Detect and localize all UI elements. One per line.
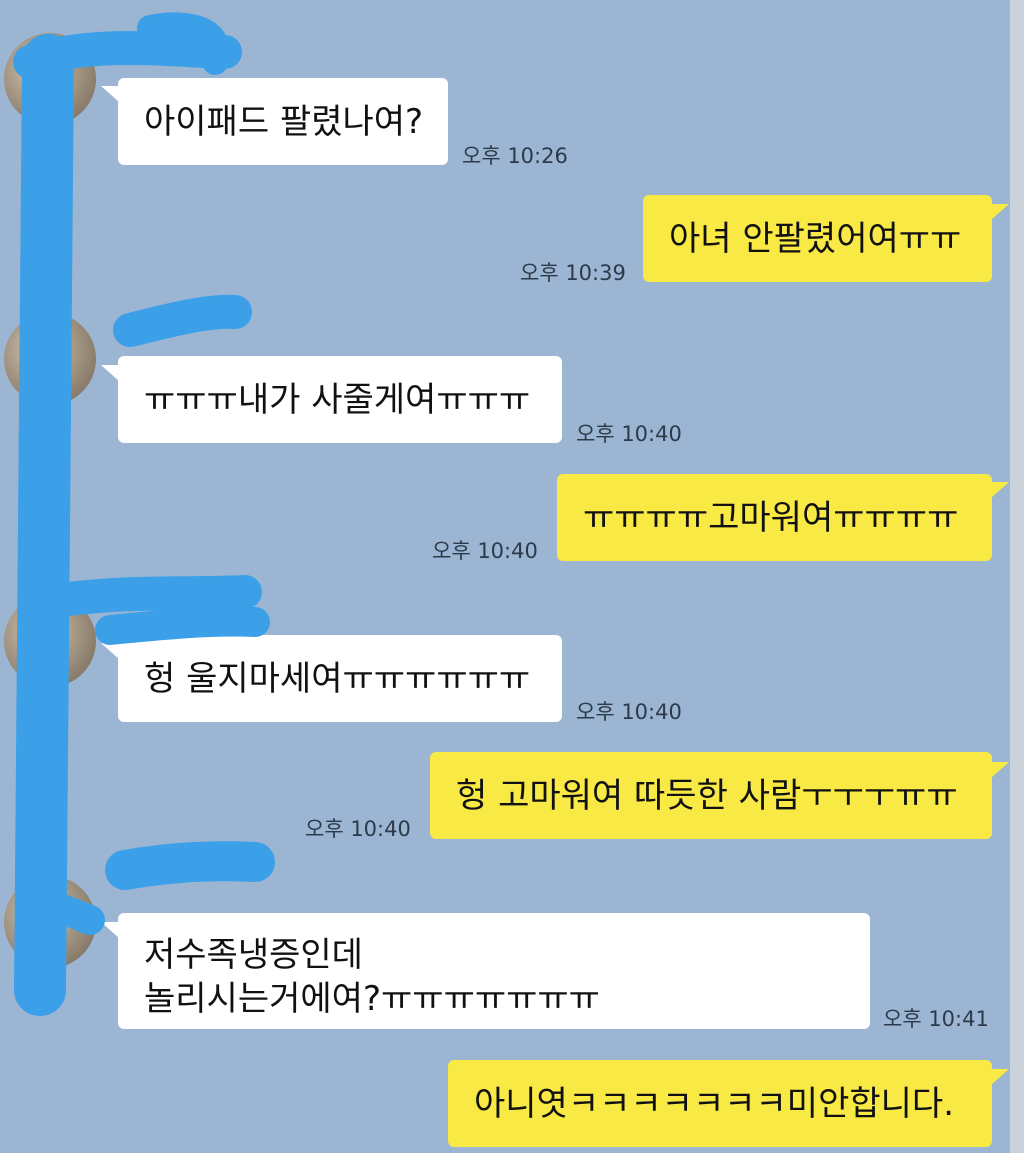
redaction-scribble bbox=[13, 12, 275, 1016]
message-text: 아녀 안팔렸어여ㅠㅠ bbox=[669, 218, 962, 259]
message-timestamp: 오후 10:26 bbox=[462, 144, 568, 168]
outgoing-message[interactable]: 아녀 안팔렸어여ㅠㅠ bbox=[643, 195, 992, 282]
message-timestamp: 오후 10:40 bbox=[432, 539, 538, 563]
message-text: 아니엿ㅋㅋㅋㅋㅋㅋㅋ미안합니다. bbox=[474, 1083, 955, 1124]
screen-edge bbox=[1010, 0, 1024, 1153]
message-timestamp: 오후 10:39 bbox=[520, 261, 626, 285]
message-timestamp: 오후 10:40 bbox=[576, 700, 682, 724]
outgoing-message[interactable]: 아니엿ㅋㅋㅋㅋㅋㅋㅋ미안합니다. bbox=[448, 1060, 992, 1147]
outgoing-message[interactable]: ㅠㅠㅠㅠ고마워여ㅠㅠㅠㅠ bbox=[557, 474, 992, 561]
message-timestamp: 오후 10:41 bbox=[883, 1007, 989, 1031]
message-text: 헝 고마워여 따듯한 사람ㅜㅜㅜㅠㅠ bbox=[456, 775, 958, 816]
message-timestamp: 오후 10:40 bbox=[576, 422, 682, 446]
outgoing-message[interactable]: 헝 고마워여 따듯한 사람ㅜㅜㅜㅠㅠ bbox=[430, 752, 992, 839]
message-text: ㅠㅠㅠㅠ고마워여ㅠㅠㅠㅠ bbox=[583, 497, 959, 538]
message-timestamp: 오후 10:40 bbox=[305, 817, 411, 841]
